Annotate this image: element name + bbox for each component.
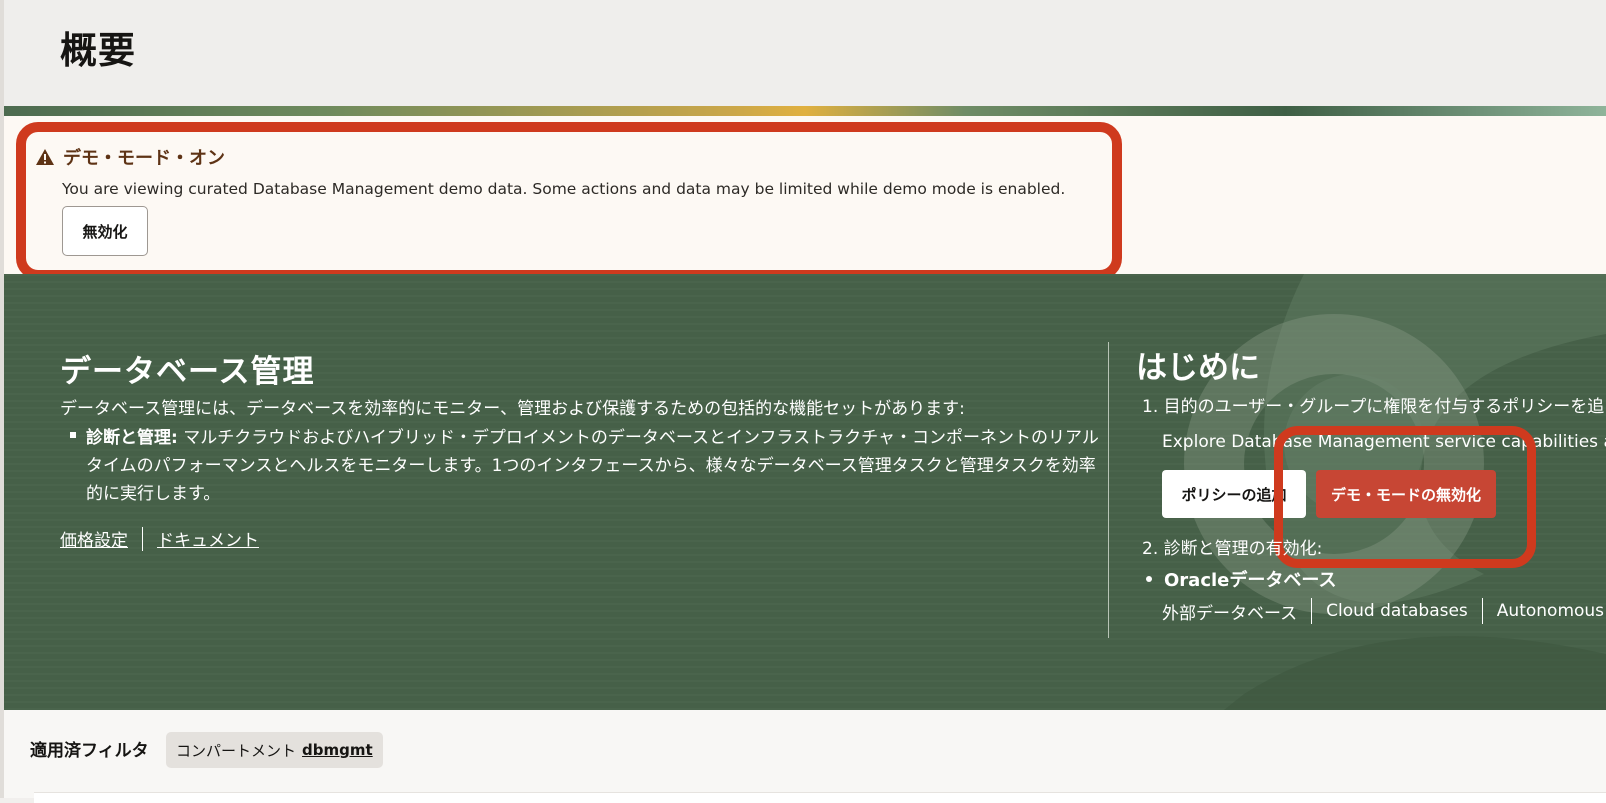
warning-icon [36,149,54,165]
feature-bullet-text: 診断と管理: マルチクラウドおよびハイブリッド・デプロイメントのデータベースとイ… [86,424,1100,508]
page-title: 概要 [60,29,136,72]
step-1-text: 1. 目的のユーザー・グループに権限を付与するポリシーを追 [1142,397,1605,417]
demo-banner-area: デモ・モード・オン You are viewing curated Databa… [4,116,1606,280]
filter-chip-key: コンパートメント [176,741,297,760]
feature-bullet: 診断と管理: マルチクラウドおよびハイブリッド・デプロイメントのデータベースとイ… [70,424,1100,508]
feature-description: マルチクラウドおよびハイブリッド・デプロイメントのデータベースとインフラストラク… [86,428,1099,504]
hero-links: 価格設定 ドキュメント [60,526,259,551]
step-2-text: 2. 診断と管理の有効化: [1142,539,1323,559]
link-separator [142,526,143,551]
pricing-link[interactable]: 価格設定 [60,526,128,551]
page-header: 概要 [4,0,1606,106]
hero-divider [1108,342,1109,638]
oracle-database-label: Oracleデータベース [1164,570,1337,591]
compartment-filter-chip[interactable]: コンパートメント dbmgmt [166,732,383,768]
banner-title: デモ・モード・オン [63,148,225,169]
autonomous-databases-link[interactable]: Autonomous [1497,601,1604,621]
link-separator [1481,598,1483,624]
external-databases-link[interactable]: 外部データベース [1162,599,1297,624]
oracle-database-item: Oracleデータベース [1146,566,1336,592]
filter-chip-value[interactable]: dbmgmt [302,741,373,759]
bullet-dot [1146,576,1152,582]
hero-title: データベース管理 [60,354,315,390]
banner-heading: デモ・モード・オン [36,144,225,170]
hero-section: データベース管理 データベース管理には、データベースを効率的にモニター、管理およ… [4,274,1606,710]
documentation-link[interactable]: ドキュメント [157,526,259,551]
database-type-links: 外部データベース Cloud databases Autonomous [1162,598,1604,624]
hero-description: データベース管理には、データベースを効率的にモニター、管理および保護するための包… [60,399,965,419]
link-separator [1311,598,1313,624]
disable-button[interactable]: 無効化 [62,206,148,256]
feature-name: 診断と管理: [86,428,178,448]
getting-started-title: はじめに [1136,350,1260,386]
bullet-marker [70,432,76,438]
applied-filters-bar: 適用済フィルタ コンパートメント dbmgmt [4,710,1606,803]
applied-filters-label: 適用済フィルタ [30,741,149,761]
decorative-banner-strip [4,106,1606,116]
demo-mode-banner: デモ・モード・オン You are viewing curated Databa… [16,122,1122,280]
banner-message: You are viewing curated Database Managem… [62,180,1066,198]
cloud-databases-link[interactable]: Cloud databases [1326,601,1468,621]
